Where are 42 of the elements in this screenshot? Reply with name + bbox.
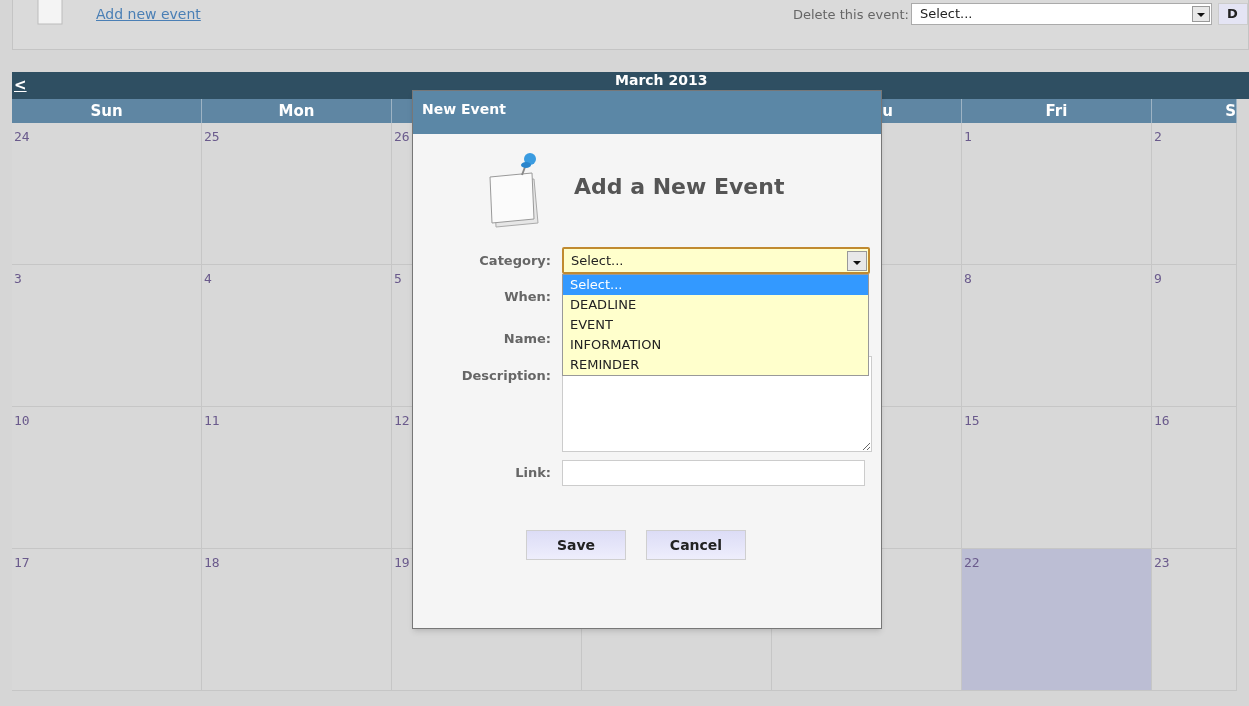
weekday-header: Sun [12,99,202,123]
calendar-day[interactable]: 18 [202,549,392,691]
link-field[interactable] [562,460,865,486]
calendar-day[interactable]: 15 [962,407,1152,549]
calendar-day[interactable]: 10 [12,407,202,549]
calendar-day[interactable]: 25 [202,123,392,265]
calendar-day[interactable]: 23 [1152,549,1237,691]
dropdown-option[interactable]: DEADLINE [563,295,868,315]
calendar-day[interactable]: 3 [12,265,202,407]
dialog-heading: Add a New Event [574,172,785,201]
field-label: Category: [478,251,551,270]
dialog-title: New Event [422,100,506,119]
dialog-button[interactable]: Cancel [646,530,746,560]
dropdown-option[interactable]: Select... [563,275,868,295]
dropdown-option[interactable]: INFORMATION [563,335,868,355]
month-title: March 2013 [615,72,708,88]
calendar-day[interactable]: 4 [202,265,392,407]
weekday-header: Fri [962,99,1152,123]
dropdown-option[interactable]: REMINDER [563,355,868,375]
field-label: Description: [460,367,551,385]
calendar-day[interactable]: 9 [1152,265,1237,407]
calendar-day[interactable]: 2 [1152,123,1237,265]
category-select[interactable]: Select... [562,247,870,274]
delete-event-select[interactable]: Select... [911,3,1212,25]
calendar-day[interactable]: 22 [962,549,1152,691]
calendar-day[interactable]: 17 [12,549,202,691]
calendar-day[interactable]: 1 [962,123,1152,265]
add-event-link[interactable]: Add new event [96,4,201,25]
delete-button[interactable]: D [1218,3,1248,25]
previous-month-link[interactable]: < [14,74,27,97]
dropdown-option[interactable]: EVENT [563,315,868,335]
weekday-header: Mon [202,99,392,123]
field-label: When: [503,288,551,306]
calendar-day[interactable]: 16 [1152,407,1237,549]
delete-event-label: Delete this event: [792,6,909,24]
calendar-day[interactable]: 8 [962,265,1152,407]
calendar-day[interactable]: 24 [12,123,202,265]
field-label: Name: [502,329,551,348]
dialog-button[interactable]: Save [526,530,626,560]
calendar-day[interactable]: 11 [202,407,392,549]
weekday-header: S [1152,99,1237,123]
field-label: Link: [514,464,551,483]
